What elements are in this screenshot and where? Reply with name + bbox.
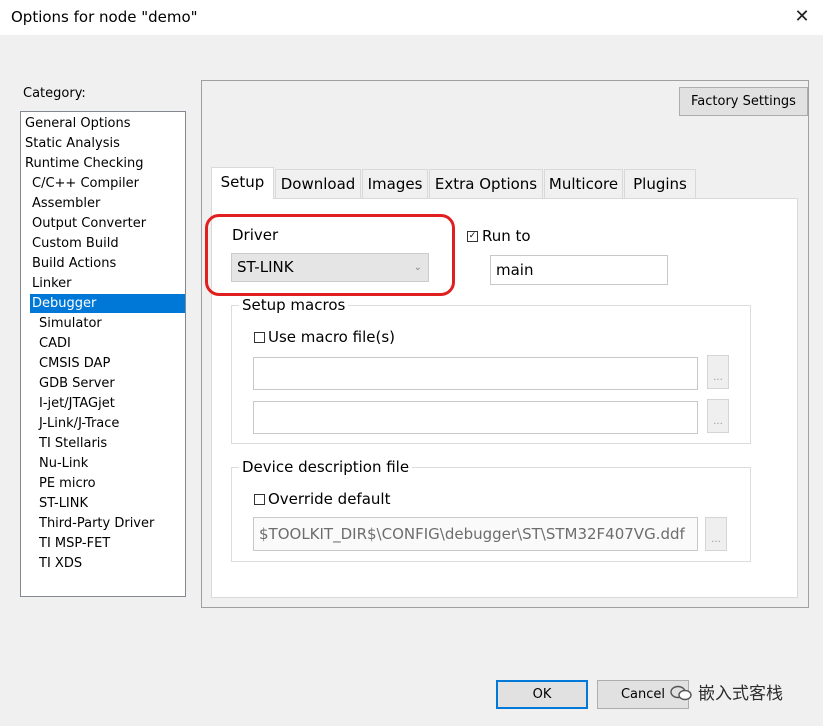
driver-select[interactable]: ST-LINK ⌄ [231, 253, 429, 282]
category-item[interactable]: Runtime Checking [25, 154, 144, 173]
use-macro-checkbox[interactable] [254, 332, 265, 343]
category-item[interactable]: GDB Server [39, 374, 115, 393]
category-item[interactable]: Static Analysis [25, 134, 120, 153]
close-icon[interactable]: ✕ [790, 5, 814, 29]
category-item[interactable]: ST-LINK [39, 494, 88, 513]
macro-file-input-1[interactable] [253, 357, 698, 390]
watermark: 嵌入式客栈 [670, 679, 783, 704]
category-item[interactable]: General Options [25, 114, 131, 133]
chevron-down-icon: ⌄ [413, 262, 422, 273]
category-item[interactable]: Build Actions [32, 254, 116, 273]
ok-button[interactable]: OK [496, 680, 588, 709]
category-item[interactable]: Nu-Link [39, 454, 88, 473]
category-list[interactable]: General Options Static Analysis Runtime Ch… [20, 111, 186, 597]
category-item[interactable]: J-Link/J-Trace [39, 414, 119, 433]
override-default-checkbox[interactable] [254, 494, 265, 505]
category-label: Category: [23, 86, 86, 101]
run-to-input[interactable]: main [490, 255, 668, 285]
category-item[interactable]: TI MSP-FET [39, 534, 110, 553]
category-item[interactable]: I-jet/JTAGjet [39, 394, 115, 413]
category-item[interactable]: Custom Build [32, 234, 119, 253]
override-default-label: Override default [268, 490, 391, 508]
macro-file-input-2[interactable] [253, 401, 698, 434]
watermark-text: 嵌入式客栈 [698, 684, 783, 704]
driver-label: Driver [232, 226, 279, 244]
category-item[interactable]: Output Converter [32, 214, 146, 233]
category-item[interactable]: Assembler [32, 194, 100, 213]
run-to-checkbox[interactable]: ✓ [467, 231, 478, 242]
category-item[interactable]: Third-Party Driver [39, 514, 154, 533]
tab-images[interactable]: Images [362, 169, 428, 198]
device-description-input[interactable]: $TOOLKIT_DIR$\CONFIG\debugger\ST\STM32F4… [253, 517, 698, 551]
category-item[interactable]: Linker [32, 274, 72, 293]
macro-file-2-browse-button[interactable]: ... [707, 399, 729, 433]
run-to-label: Run to [482, 227, 531, 245]
wechat-icon [670, 685, 692, 701]
category-item[interactable]: Simulator [39, 314, 102, 333]
category-item[interactable]: CADI [39, 334, 71, 353]
driver-value: ST-LINK [237, 258, 294, 276]
tab-multicore[interactable]: Multicore [544, 169, 623, 198]
category-item[interactable]: TI XDS [39, 554, 82, 573]
category-item[interactable]: CMSIS DAP [39, 354, 110, 373]
tab-download[interactable]: Download [275, 169, 361, 198]
category-item[interactable]: TI Stellaris [39, 434, 107, 453]
category-item[interactable]: C/C++ Compiler [32, 174, 139, 193]
device-description-title: Device description file [239, 458, 413, 476]
factory-settings-button[interactable]: Factory Settings [679, 87, 808, 116]
tab-plugins[interactable]: Plugins [624, 169, 696, 198]
use-macro-label: Use macro file(s) [268, 328, 395, 346]
title-bar: Options for node "demo" ✕ [0, 0, 823, 35]
category-item[interactable]: PE micro [39, 474, 96, 493]
macro-file-1-browse-button[interactable]: ... [707, 355, 729, 389]
window-title: Options for node "demo" [11, 8, 198, 26]
tab-extra-options[interactable]: Extra Options [429, 169, 543, 198]
tab-setup[interactable]: Setup [211, 167, 274, 199]
setup-macros-title: Setup macros [239, 296, 349, 314]
category-item[interactable]: Debugger [30, 294, 185, 313]
device-description-browse-button[interactable]: ... [705, 517, 727, 551]
